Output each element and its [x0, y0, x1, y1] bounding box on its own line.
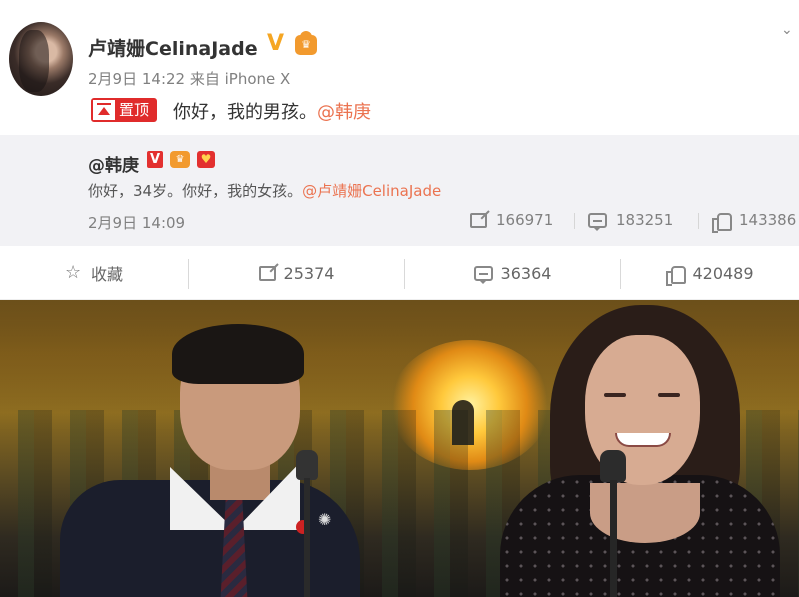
verified-icon: V	[267, 31, 285, 56]
like-icon	[666, 264, 687, 286]
microphone-icon	[600, 450, 626, 482]
hair-shape	[172, 324, 304, 384]
pinned-label: 置顶	[119, 101, 150, 119]
comment-icon	[588, 212, 607, 231]
retweet-repost-button[interactable]: 166971	[470, 211, 553, 229]
retweet-like-button[interactable]: 143386	[698, 211, 797, 233]
brooch-icon: ✺	[318, 510, 332, 529]
post-photo[interactable]: ✺	[0, 300, 799, 597]
retweeted-post[interactable]: @韩庚 V ♛ ♥ 你好，34岁。你好，我的女孩。@卢靖姗CelinaJade …	[0, 135, 799, 246]
star-icon: ☆	[64, 262, 82, 283]
comment-count: 36364	[500, 263, 552, 283]
retweet-text: 你好，34岁。你好，我的女孩。@卢靖姗CelinaJade	[88, 180, 441, 201]
retweet-username[interactable]: @韩庚	[88, 151, 139, 176]
retweet-repost-count: 166971	[496, 211, 554, 229]
post-username[interactable]: 卢靖姗CelinaJade	[88, 34, 258, 61]
divider	[698, 213, 699, 229]
repost-button[interactable]: 25374	[189, 246, 404, 300]
avatar[interactable]	[9, 22, 73, 96]
microphone-icon	[296, 450, 318, 480]
like-icon	[712, 211, 732, 233]
divider	[574, 213, 575, 229]
like-count: 420489	[692, 263, 754, 283]
retweet-comment-button[interactable]: 183251	[574, 211, 674, 231]
neckline-shape	[590, 483, 700, 543]
post-body: 你好，我的男孩。	[173, 102, 317, 123]
eye-shape	[658, 393, 680, 397]
repost-icon	[470, 212, 487, 228]
post-text: 你好，我的男孩。@韩庚	[173, 98, 371, 124]
favorite-button[interactable]: ☆ 收藏	[0, 246, 188, 300]
pinned-badge: 置顶	[91, 98, 158, 122]
verified-icon: V	[147, 151, 163, 168]
comment-icon	[473, 265, 493, 284]
comment-button[interactable]: 36364	[405, 246, 620, 300]
vip-crown-icon: ♛	[170, 151, 190, 168]
repost-icon	[258, 265, 276, 281]
eye-shape	[604, 393, 626, 397]
like-button[interactable]: 420489	[621, 246, 799, 300]
microphone-stand	[610, 480, 617, 597]
retweet-date: 2月9日 14:09	[88, 214, 186, 232]
weibo-post: 卢靖姗CelinaJade V ♛ ⌄ 2月9日 14:22 来自 iPhone…	[0, 0, 799, 135]
post-mention[interactable]: @韩庚	[317, 102, 371, 123]
chevron-down-icon[interactable]: ⌄	[781, 22, 795, 38]
microphone-stand	[304, 478, 310, 597]
retweet-mention[interactable]: @卢靖姗CelinaJade	[302, 182, 441, 200]
retweet-like-count: 143386	[739, 211, 797, 229]
pin-top-icon	[93, 100, 115, 120]
photo-person-right	[480, 305, 790, 597]
action-bar: ☆ 收藏 25374 36364 420489	[0, 246, 799, 300]
smile-shape	[615, 433, 671, 447]
retweet-comment-count: 183251	[616, 211, 674, 229]
favorite-label: 收藏	[90, 265, 123, 284]
vip-crown-icon: ♛	[295, 31, 317, 55]
fan-badge-icon: ♥	[197, 151, 215, 168]
post-timestamp: 2月9日 14:22 来自 iPhone X	[88, 70, 291, 88]
retweet-body: 你好，34岁。你好，我的女孩。	[88, 182, 303, 200]
repost-count: 25374	[283, 263, 335, 283]
